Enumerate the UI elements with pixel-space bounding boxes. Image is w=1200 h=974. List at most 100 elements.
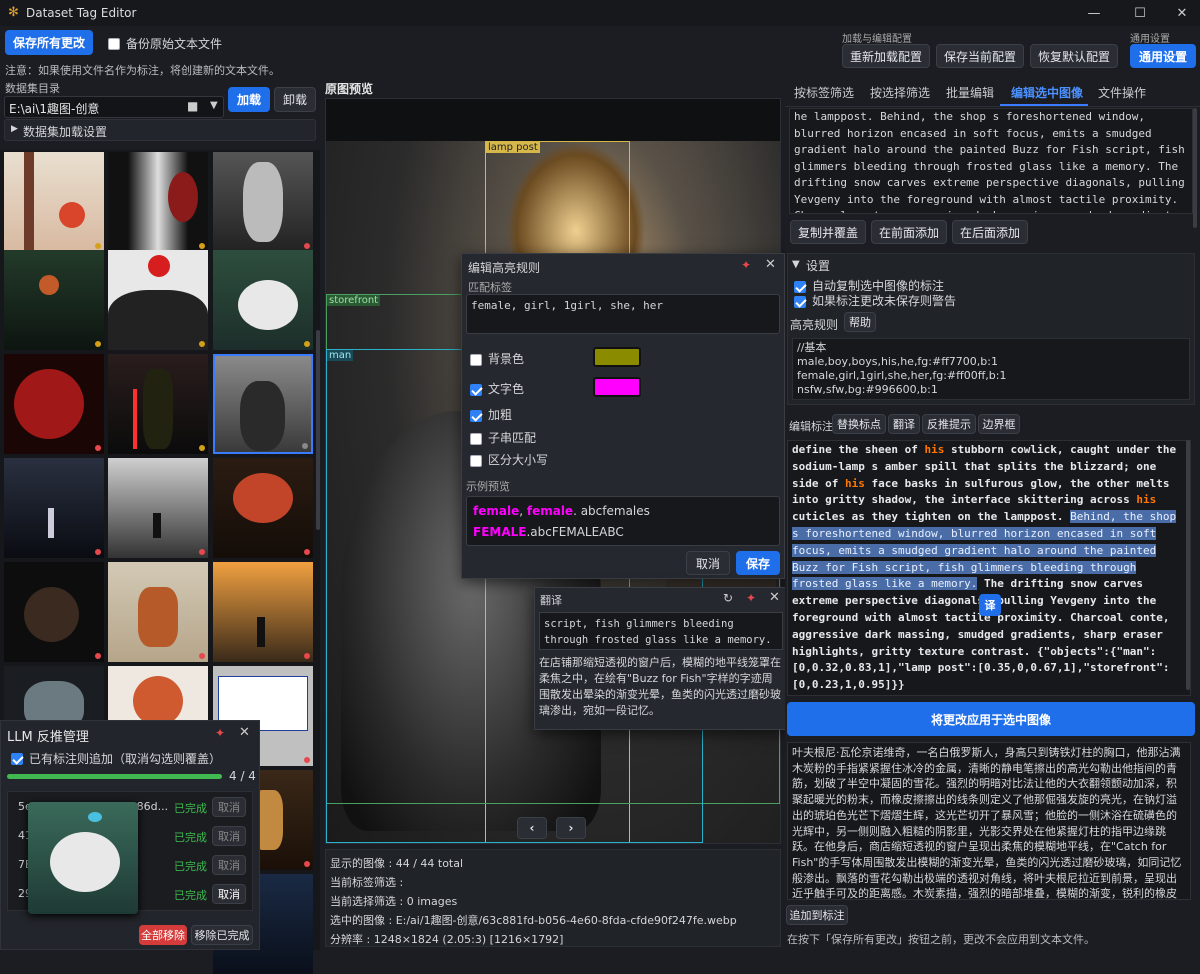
pin-icon[interactable]: ✦ [215, 726, 225, 740]
replace-punct-button[interactable]: 替换标点 [832, 414, 886, 434]
scrollbar[interactable] [1186, 440, 1190, 690]
dialog-title: 翻译 [540, 594, 562, 607]
tab-edit-selected[interactable]: 编辑选中图像 [1011, 84, 1083, 101]
auto-copy-checkbox[interactable] [794, 279, 806, 293]
thumbnail[interactable] [4, 152, 104, 252]
translate-result: 在店铺那缩短透视的窗户后，模糊的地平线笼罩在柔焦之中，在绘有"Buzz for … [539, 656, 781, 717]
refresh-icon[interactable]: ↻ [723, 591, 733, 605]
translate-source[interactable]: script, fish glimmers bleeding through f… [539, 612, 783, 650]
append-checkbox[interactable] [11, 751, 23, 765]
folder-icon[interactable]: ■ [187, 99, 198, 113]
case-checkbox[interactable] [470, 453, 482, 467]
bbox-button[interactable]: 边界框 [978, 414, 1020, 434]
tab-filter-by-selection[interactable]: 按选择筛选 [870, 84, 930, 101]
cancel-job-button[interactable]: 取消 [212, 855, 246, 875]
substring-checkbox[interactable] [470, 431, 482, 445]
highlight-rules-editor[interactable]: //基本 male,boy,boys,his,he,fg:#ff7700,b:1… [792, 338, 1190, 400]
thumbnail[interactable] [213, 152, 313, 252]
cancel-job-button[interactable]: 取消 [212, 884, 246, 904]
close-icon[interactable]: ✕ [239, 725, 250, 740]
copy-source-caption[interactable]: he lamppost. Behind, the shop s foreshor… [789, 108, 1193, 214]
title-bar: ✻ Dataset Tag Editor — ☐ ✕ [0, 0, 1200, 26]
caption-highlight: his [844, 476, 865, 490]
match-tags-input[interactable]: female, girl, 1girl, she, her [466, 294, 780, 334]
cancel-button[interactable]: 取消 [686, 551, 730, 575]
thumbnail[interactable] [4, 562, 104, 662]
reload-config-button[interactable]: 重新加载配置 [842, 44, 930, 68]
maximize-icon[interactable]: ☐ [1130, 6, 1150, 22]
tab-file-ops[interactable]: 文件操作 [1098, 84, 1146, 101]
general-settings-button[interactable]: 通用设置 [1130, 44, 1196, 68]
add-to-caption-button[interactable]: 追加到标注 [786, 905, 848, 925]
apply-changes-button[interactable]: 将更改应用于选中图像 [787, 702, 1195, 736]
save-config-button[interactable]: 保存当前配置 [936, 44, 1024, 68]
thumbnail[interactable] [108, 354, 208, 454]
tab-batch-edit[interactable]: 批量编辑 [946, 84, 994, 101]
backup-checkbox[interactable] [108, 36, 120, 50]
prepend-button[interactable]: 在前面添加 [871, 220, 947, 244]
thumbnail[interactable] [213, 250, 313, 350]
tab-filter-by-tag[interactable]: 按标签筛选 [794, 84, 854, 101]
scrollbar[interactable] [316, 330, 320, 530]
thumbnail[interactable] [213, 562, 313, 662]
close-icon[interactable]: ✕ [765, 257, 776, 272]
caption-editor[interactable]: define the sheen of his stubborn cowlick… [787, 440, 1191, 696]
thumbnail[interactable] [108, 458, 208, 558]
thumbnail[interactable] [108, 562, 208, 662]
warn-unsaved-checkbox[interactable] [794, 294, 806, 308]
preview-title: 原图预览 [325, 82, 374, 96]
job-status: 已完成 [174, 860, 207, 873]
copy-overwrite-button[interactable]: 复制并覆盖 [790, 220, 866, 244]
next-image-button[interactable]: › [556, 817, 586, 839]
thumbnail-selected[interactable] [213, 354, 313, 454]
thumbnail[interactable] [213, 458, 313, 558]
example-text: , [519, 504, 527, 518]
footer-note: 在按下「保存所有更改」按钮之前，更改不会应用到文本文件。 [787, 933, 1095, 946]
bold-checkbox[interactable] [470, 408, 482, 422]
substring-label: 子串匹配 [488, 431, 537, 445]
prev-image-button[interactable]: ‹ [517, 817, 547, 839]
save-all-button[interactable]: 保存所有更改 [5, 30, 93, 55]
pin-icon[interactable]: ✦ [741, 258, 751, 272]
case-label: 区分大小写 [488, 453, 549, 467]
thumbnail[interactable] [108, 152, 208, 252]
fg-color-label: 文字色 [488, 382, 525, 396]
append-label: 已有标注则追加（取消勾选则覆盖） [29, 752, 222, 766]
thumbnail[interactable] [108, 250, 208, 350]
cancel-job-button[interactable]: 取消 [212, 797, 246, 817]
append-button[interactable]: 在后面添加 [952, 220, 1028, 244]
dataset-dir-input[interactable]: E:\ai\1趣图-创意 ■ ▼ [4, 96, 224, 118]
translate-button[interactable]: 翻译 [888, 414, 920, 434]
save-button[interactable]: 保存 [736, 551, 780, 575]
example-text: . abcfemales [573, 504, 650, 518]
thumbnail[interactable] [4, 354, 104, 454]
close-icon[interactable]: ✕ [1172, 6, 1192, 22]
restore-default-button[interactable]: 恢复默认配置 [1030, 44, 1118, 68]
unload-button[interactable]: 卸载 [274, 87, 316, 112]
remove-all-button[interactable]: 全部移除 [139, 925, 187, 945]
example-preview: female, female. abcfemales FEMALE.abcFEM… [466, 496, 780, 546]
bbox-label: man [327, 350, 354, 361]
thumbnail[interactable] [4, 250, 104, 350]
bg-color-swatch[interactable] [593, 347, 641, 367]
bg-color-checkbox[interactable] [470, 352, 482, 366]
help-button[interactable]: 帮助 [844, 312, 876, 332]
collapse-arrow-icon[interactable]: ▼ [792, 259, 800, 270]
remove-done-button[interactable]: 移除已完成 [191, 925, 253, 945]
reverse-prompt-button[interactable]: 反推提示 [922, 414, 976, 434]
fg-color-checkbox[interactable] [470, 382, 482, 396]
chevron-down-icon[interactable]: ▼ [210, 100, 218, 111]
pin-icon[interactable]: ✦ [746, 591, 756, 605]
caption-highlight: his [924, 443, 945, 456]
fg-color-swatch[interactable] [593, 377, 641, 397]
minimize-icon[interactable]: — [1084, 6, 1104, 22]
scrollbar[interactable] [1193, 108, 1197, 228]
close-icon[interactable]: ✕ [769, 590, 780, 605]
example-match: FEMALE [473, 525, 527, 539]
translate-selection-badge[interactable]: 译 [979, 594, 1001, 616]
thumbnail[interactable] [4, 458, 104, 558]
translation-output[interactable]: 叶夫根尼·瓦伦京诺维奇，一名白俄罗斯人，身高只到铸铁灯柱的胸口，他那沾满木炭粉的… [787, 742, 1191, 900]
cancel-job-button[interactable]: 取消 [212, 826, 246, 846]
load-settings-accordion[interactable]: ▶ 数据集加载设置 [4, 119, 316, 141]
load-button[interactable]: 加载 [228, 87, 270, 112]
